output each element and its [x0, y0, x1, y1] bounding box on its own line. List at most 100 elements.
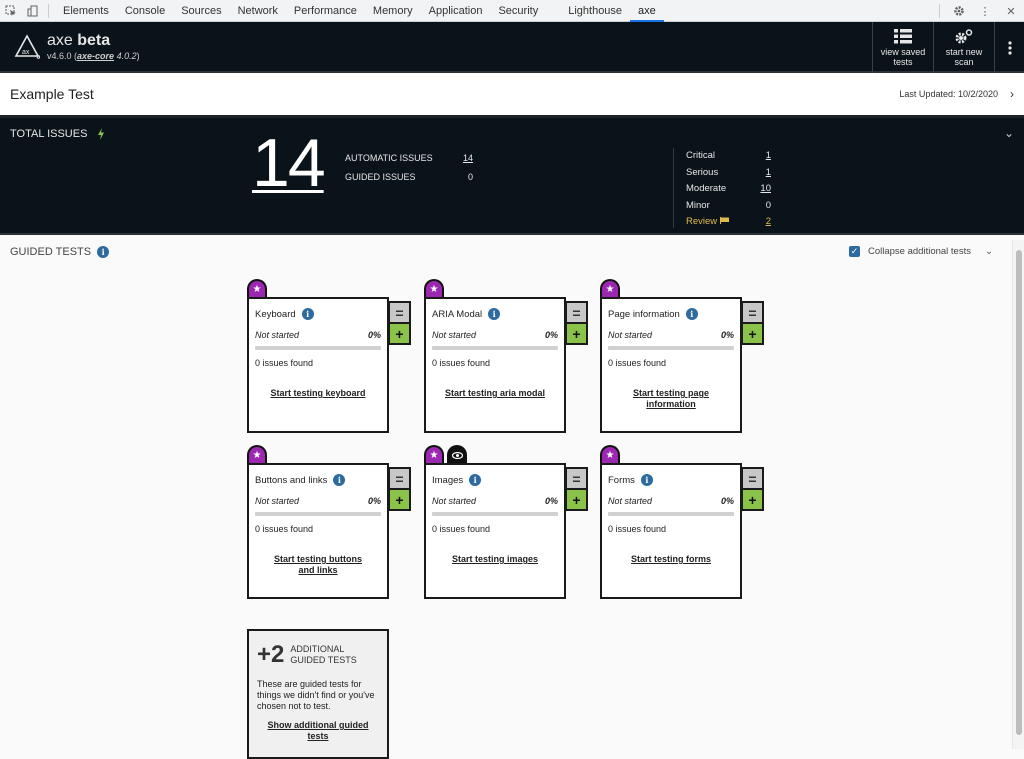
- card-body: Forms i Not started 0% 0 issues found Star…: [600, 463, 742, 599]
- close-icon[interactable]: ✕: [998, 0, 1024, 22]
- guided-test-card-forms: ★ Forms i Not started 0% 0 issues found St…: [600, 445, 764, 599]
- additional-description: These are guided tests for things we did…: [257, 679, 375, 711]
- info-icon[interactable]: i: [685, 308, 698, 320]
- divider: [673, 148, 674, 228]
- device-toolbar-icon[interactable]: [22, 0, 44, 22]
- equals-button[interactable]: =: [565, 301, 588, 324]
- equals-button[interactable]: =: [741, 301, 764, 324]
- equals-button[interactable]: =: [741, 467, 764, 490]
- toolbar-divider: [939, 4, 940, 18]
- add-button[interactable]: +: [388, 488, 411, 511]
- equals-button[interactable]: =: [388, 467, 411, 490]
- severity-count-link[interactable]: 10: [760, 183, 771, 200]
- chevron-down-icon[interactable]: ⌄: [985, 246, 993, 257]
- axe-logo-icon: ax: [14, 33, 40, 59]
- progress-bar: [255, 512, 381, 516]
- devtools-tab-lighthouse[interactable]: Lighthouse: [560, 0, 630, 22]
- collapse-additional-tests[interactable]: ✓ Collapse additional tests ⌄: [849, 246, 993, 257]
- severity-label: Critical: [686, 150, 716, 161]
- scrollbar[interactable]: [1012, 240, 1024, 749]
- star-icon[interactable]: ★: [424, 279, 444, 297]
- scrollbar-thumb[interactable]: [1016, 250, 1022, 735]
- severity-row-minor: Minor 0: [686, 200, 771, 217]
- star-icon[interactable]: ★: [600, 445, 620, 463]
- eye-icon[interactable]: [447, 445, 467, 463]
- info-icon[interactable]: i: [301, 308, 314, 320]
- start-testing-link[interactable]: Start testing page information: [608, 388, 734, 410]
- devtools-tab-network[interactable]: Network: [230, 0, 286, 22]
- view-saved-tests-button[interactable]: view saved tests: [872, 22, 933, 73]
- more-options-icon[interactable]: ⋮: [972, 0, 998, 22]
- guided-test-card-images: ★ Images i Not started 0% 0 issues found S…: [424, 445, 588, 599]
- devtools-tab-application[interactable]: Application: [421, 0, 491, 22]
- list-icon: [894, 28, 912, 43]
- severity-row-serious: Serious 1: [686, 167, 771, 184]
- severity-count-link[interactable]: 2: [766, 216, 771, 233]
- equals-button[interactable]: =: [388, 301, 411, 324]
- star-icon[interactable]: ★: [247, 445, 267, 463]
- issue-type-row: AUTOMATIC ISSUES 14: [345, 153, 473, 172]
- total-issues-count[interactable]: 14: [252, 124, 326, 202]
- devtools-tab-performance[interactable]: Performance: [286, 0, 365, 22]
- equals-button[interactable]: =: [565, 467, 588, 490]
- app-title: axe beta: [47, 31, 111, 49]
- severity-count-link[interactable]: 1: [766, 150, 771, 167]
- add-button[interactable]: +: [741, 322, 764, 345]
- card-status: Not started: [608, 496, 653, 506]
- start-testing-link[interactable]: Start testing keyboard: [255, 388, 381, 399]
- axe-core-link[interactable]: axe-core: [77, 51, 114, 61]
- card-body: Images i Not started 0% 0 issues found Sta…: [424, 463, 566, 599]
- star-icon[interactable]: ★: [600, 279, 620, 297]
- progress-bar: [432, 512, 558, 516]
- card-percent: 0%: [720, 330, 734, 340]
- chevron-right-icon[interactable]: ›: [1010, 87, 1014, 101]
- issue-type-count-link[interactable]: 14: [463, 153, 473, 172]
- header-menu-icon[interactable]: [994, 22, 1024, 73]
- chevron-down-icon[interactable]: ⌄: [1004, 126, 1014, 140]
- start-testing-link[interactable]: Start testing aria modal: [432, 388, 558, 399]
- devtools-tab-sources[interactable]: Sources: [173, 0, 229, 22]
- guided-test-card-keyboard: ★ Keyboard i Not started 0% 0 issues found…: [247, 279, 411, 433]
- settings-gear-icon[interactable]: [946, 0, 972, 22]
- start-testing-link[interactable]: Start testing forms: [608, 554, 734, 565]
- devtools-tab-console[interactable]: Console: [117, 0, 173, 22]
- svg-text:ax: ax: [22, 49, 30, 56]
- card-body: Page information i Not started 0% 0 issues…: [600, 297, 742, 433]
- severity-count-link[interactable]: 1: [766, 167, 771, 184]
- star-icon[interactable]: ★: [247, 279, 267, 297]
- devtools-tab-elements[interactable]: Elements: [55, 0, 117, 22]
- info-icon[interactable]: i: [333, 474, 346, 486]
- info-icon[interactable]: i: [469, 474, 482, 486]
- devtools-tab-axe[interactable]: axe: [630, 0, 664, 22]
- issues-found: 0 issues found: [432, 358, 491, 368]
- card-title: Page information: [608, 308, 680, 320]
- toolbar-divider: [48, 3, 49, 18]
- start-new-scan-button[interactable]: start new scan: [933, 22, 994, 73]
- progress-bar: [608, 346, 734, 350]
- issues-found: 0 issues found: [432, 524, 491, 534]
- devtools-tab-memory[interactable]: Memory: [365, 0, 421, 22]
- star-icon[interactable]: ★: [424, 445, 444, 463]
- add-button[interactable]: +: [741, 488, 764, 511]
- inspect-element-icon[interactable]: [0, 0, 22, 22]
- card-percent: 0%: [367, 496, 381, 506]
- add-button[interactable]: +: [565, 322, 588, 345]
- progress-bar: [608, 512, 734, 516]
- add-button[interactable]: +: [565, 488, 588, 511]
- devtools-tab-security[interactable]: Security: [490, 0, 546, 22]
- show-additional-tests-link[interactable]: Show additional guided tests: [257, 720, 379, 742]
- card-status: Not started: [432, 330, 477, 340]
- add-button[interactable]: +: [388, 322, 411, 345]
- start-testing-link[interactable]: Start testing images: [432, 554, 558, 565]
- start-testing-link[interactable]: Start testing buttons and links: [255, 554, 381, 576]
- info-icon[interactable]: i: [640, 474, 653, 486]
- test-title-row: Example Test Last Updated: 10/2/2020 ›: [0, 73, 1024, 118]
- card-title: Buttons and links: [255, 474, 328, 486]
- info-icon[interactable]: i: [97, 246, 110, 258]
- guided-test-card-aria-modal: ★ ARIA Modal i Not started 0% 0 issues fou…: [424, 279, 588, 433]
- version-info: v4.6.0 (axe-core 4.0.2): [47, 50, 140, 61]
- collapse-checkbox[interactable]: ✓: [849, 246, 860, 257]
- guided-tests-header: GUIDED TESTS i: [10, 246, 110, 258]
- issue-type-label: AUTOMATIC ISSUES: [345, 153, 433, 163]
- info-icon[interactable]: i: [488, 308, 501, 320]
